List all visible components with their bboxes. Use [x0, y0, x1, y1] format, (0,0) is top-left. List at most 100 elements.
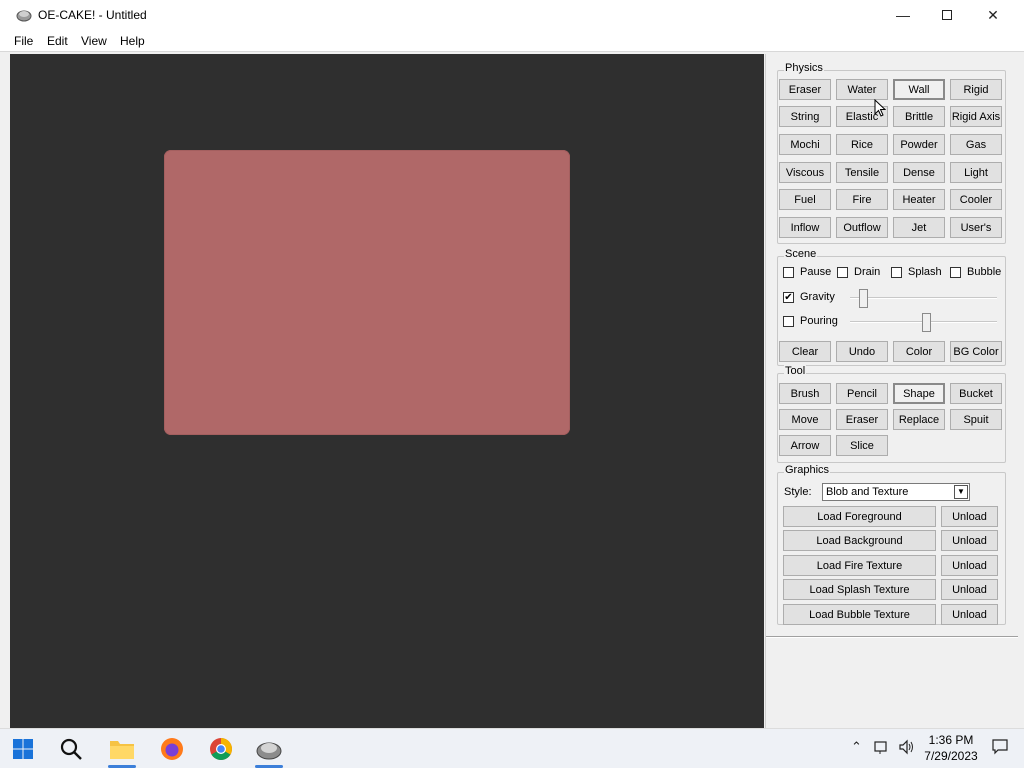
close-icon: ✕ — [987, 6, 999, 23]
graphics-group: Graphics Style: Blob and Texture ▼ Load For… — [777, 464, 1006, 625]
style-dropdown-value: Blob and Texture — [826, 486, 909, 498]
mouse-cursor-icon — [874, 99, 886, 117]
physics-legend: Physics — [784, 62, 824, 74]
menu-help[interactable]: Help — [120, 34, 145, 48]
physics-powder-button[interactable]: Powder — [893, 134, 945, 155]
graphics-legend: Graphics — [784, 464, 831, 476]
chrome-button[interactable] — [205, 733, 237, 765]
firefox-button[interactable] — [156, 733, 188, 765]
load-background-button[interactable]: Load Background — [783, 530, 936, 551]
physics-rigid-axis-button[interactable]: Rigid Axis — [950, 106, 1002, 127]
pause-checkbox[interactable]: Pause — [783, 266, 831, 278]
physics-eraser-button[interactable]: Eraser — [779, 79, 831, 100]
physics-rigid-button[interactable]: Rigid — [950, 79, 1002, 100]
physics-dense-button[interactable]: Dense — [893, 162, 945, 183]
pouring-label: Pouring — [800, 315, 838, 327]
unload-fire-texture-button[interactable]: Unload — [941, 555, 998, 576]
physics-mochi-button[interactable]: Mochi — [779, 134, 831, 155]
tool-shape-button[interactable]: Shape — [893, 383, 945, 404]
pouring-slider-thumb[interactable] — [922, 313, 931, 332]
minimize-button[interactable]: — — [880, 0, 926, 30]
drain-checkbox[interactable]: Drain — [837, 266, 880, 278]
scene-undo-button[interactable]: Undo — [836, 341, 888, 362]
bubble-checkbox[interactable]: Bubble — [950, 266, 1001, 278]
windows-start-icon — [13, 739, 33, 759]
physics-wall-button[interactable]: Wall — [893, 79, 945, 100]
load-fire-texture-button[interactable]: Load Fire Texture — [783, 555, 936, 576]
menu-edit[interactable]: Edit — [47, 34, 68, 48]
maximize-button[interactable] — [924, 0, 970, 30]
style-dropdown[interactable]: Blob and Texture ▼ — [822, 483, 970, 501]
physics-user-s-button[interactable]: User's — [950, 217, 1002, 238]
tool-brush-button[interactable]: Brush — [779, 383, 831, 404]
splash-checkbox-box — [891, 266, 902, 278]
network-icon[interactable] — [874, 739, 890, 755]
taskbar: ⌃ 1:36 PM 7/29/2023 — [0, 728, 1024, 768]
search-button[interactable] — [55, 733, 87, 765]
panel-separator — [766, 636, 1018, 638]
physics-tensile-button[interactable]: Tensile — [836, 162, 888, 183]
load-foreground-button[interactable]: Load Foreground — [783, 506, 936, 527]
gravity-slider-thumb[interactable] — [859, 289, 868, 308]
pouring-slider[interactable] — [850, 312, 997, 332]
load-splash-texture-button[interactable]: Load Splash Texture — [783, 579, 936, 600]
physics-group: Physics Eraser Water Wall Rigid String Elasti… — [777, 62, 1006, 244]
gravity-slider[interactable] — [850, 288, 997, 308]
gravity-checkbox[interactable]: ✔ Gravity — [783, 291, 835, 303]
bubble-label: Bubble — [967, 266, 1002, 278]
scene-clear-button[interactable]: Clear — [779, 341, 831, 362]
pouring-checkbox[interactable]: Pouring — [783, 315, 838, 327]
physics-viscous-button[interactable]: Viscous — [779, 162, 831, 183]
oe-cake-taskbar-button[interactable] — [253, 733, 285, 765]
scene-bg-color-button[interactable]: BG Color — [950, 341, 1002, 362]
scene-color-button[interactable]: Color — [893, 341, 945, 362]
start-button[interactable] — [7, 733, 39, 765]
unload-bubble-texture-button[interactable]: Unload — [941, 604, 998, 625]
tool-slice-button[interactable]: Slice — [836, 435, 888, 456]
physics-gas-button[interactable]: Gas — [950, 134, 1002, 155]
style-label: Style: — [784, 486, 812, 498]
physics-rice-button[interactable]: Rice — [836, 134, 888, 155]
oe-cake-icon — [256, 742, 282, 760]
close-button[interactable]: ✕ — [970, 0, 1016, 30]
clock[interactable]: 1:36 PM 7/29/2023 — [920, 732, 982, 764]
tool-legend: Tool — [784, 365, 807, 377]
physics-brittle-button[interactable]: Brittle — [893, 106, 945, 127]
tool-arrow-button[interactable]: Arrow — [779, 435, 831, 456]
tool-bucket-button[interactable]: Bucket — [950, 383, 1002, 404]
load-bubble-texture-button[interactable]: Load Bubble Texture — [783, 604, 936, 625]
unload-foreground-button[interactable]: Unload — [941, 506, 998, 527]
pouring-checkbox-box — [783, 315, 794, 327]
scene-legend: Scene — [784, 248, 818, 260]
physics-string-button[interactable]: String — [779, 106, 831, 127]
physics-fire-button[interactable]: Fire — [836, 189, 888, 210]
menu-file[interactable]: File — [14, 34, 33, 48]
chevron-up-icon[interactable]: ⌃ — [851, 739, 862, 755]
physics-jet-button[interactable]: Jet — [893, 217, 945, 238]
unload-background-button[interactable]: Unload — [941, 530, 998, 551]
physics-fuel-button[interactable]: Fuel — [779, 189, 831, 210]
volume-icon[interactable] — [898, 739, 916, 755]
tool-move-button[interactable]: Move — [779, 409, 831, 430]
menu-view[interactable]: View — [81, 34, 107, 48]
physics-outflow-button[interactable]: Outflow — [836, 217, 888, 238]
tool-replace-button[interactable]: Replace — [893, 409, 945, 430]
physics-cooler-button[interactable]: Cooler — [950, 189, 1002, 210]
wall-shape[interactable] — [164, 150, 570, 435]
app-window: OE-CAKE! - Untitled — ✕ File Edit View H… — [0, 0, 1024, 728]
physics-light-button[interactable]: Light — [950, 162, 1002, 183]
file-explorer-button[interactable] — [106, 733, 138, 765]
tool-pencil-button[interactable]: Pencil — [836, 383, 888, 404]
notification-icon[interactable] — [992, 739, 1008, 755]
unload-splash-texture-button[interactable]: Unload — [941, 579, 998, 600]
physics-inflow-button[interactable]: Inflow — [779, 217, 831, 238]
tool-spuit-button[interactable]: Spuit — [950, 409, 1002, 430]
simulation-canvas[interactable] — [10, 54, 764, 728]
gravity-label: Gravity — [800, 291, 835, 303]
physics-water-button[interactable]: Water — [836, 79, 888, 100]
drain-label: Drain — [854, 266, 881, 278]
physics-heater-button[interactable]: Heater — [893, 189, 945, 210]
window-title: OE-CAKE! - Untitled — [38, 8, 147, 22]
tool-eraser-button[interactable]: Eraser — [836, 409, 888, 430]
splash-checkbox[interactable]: Splash — [891, 266, 942, 278]
